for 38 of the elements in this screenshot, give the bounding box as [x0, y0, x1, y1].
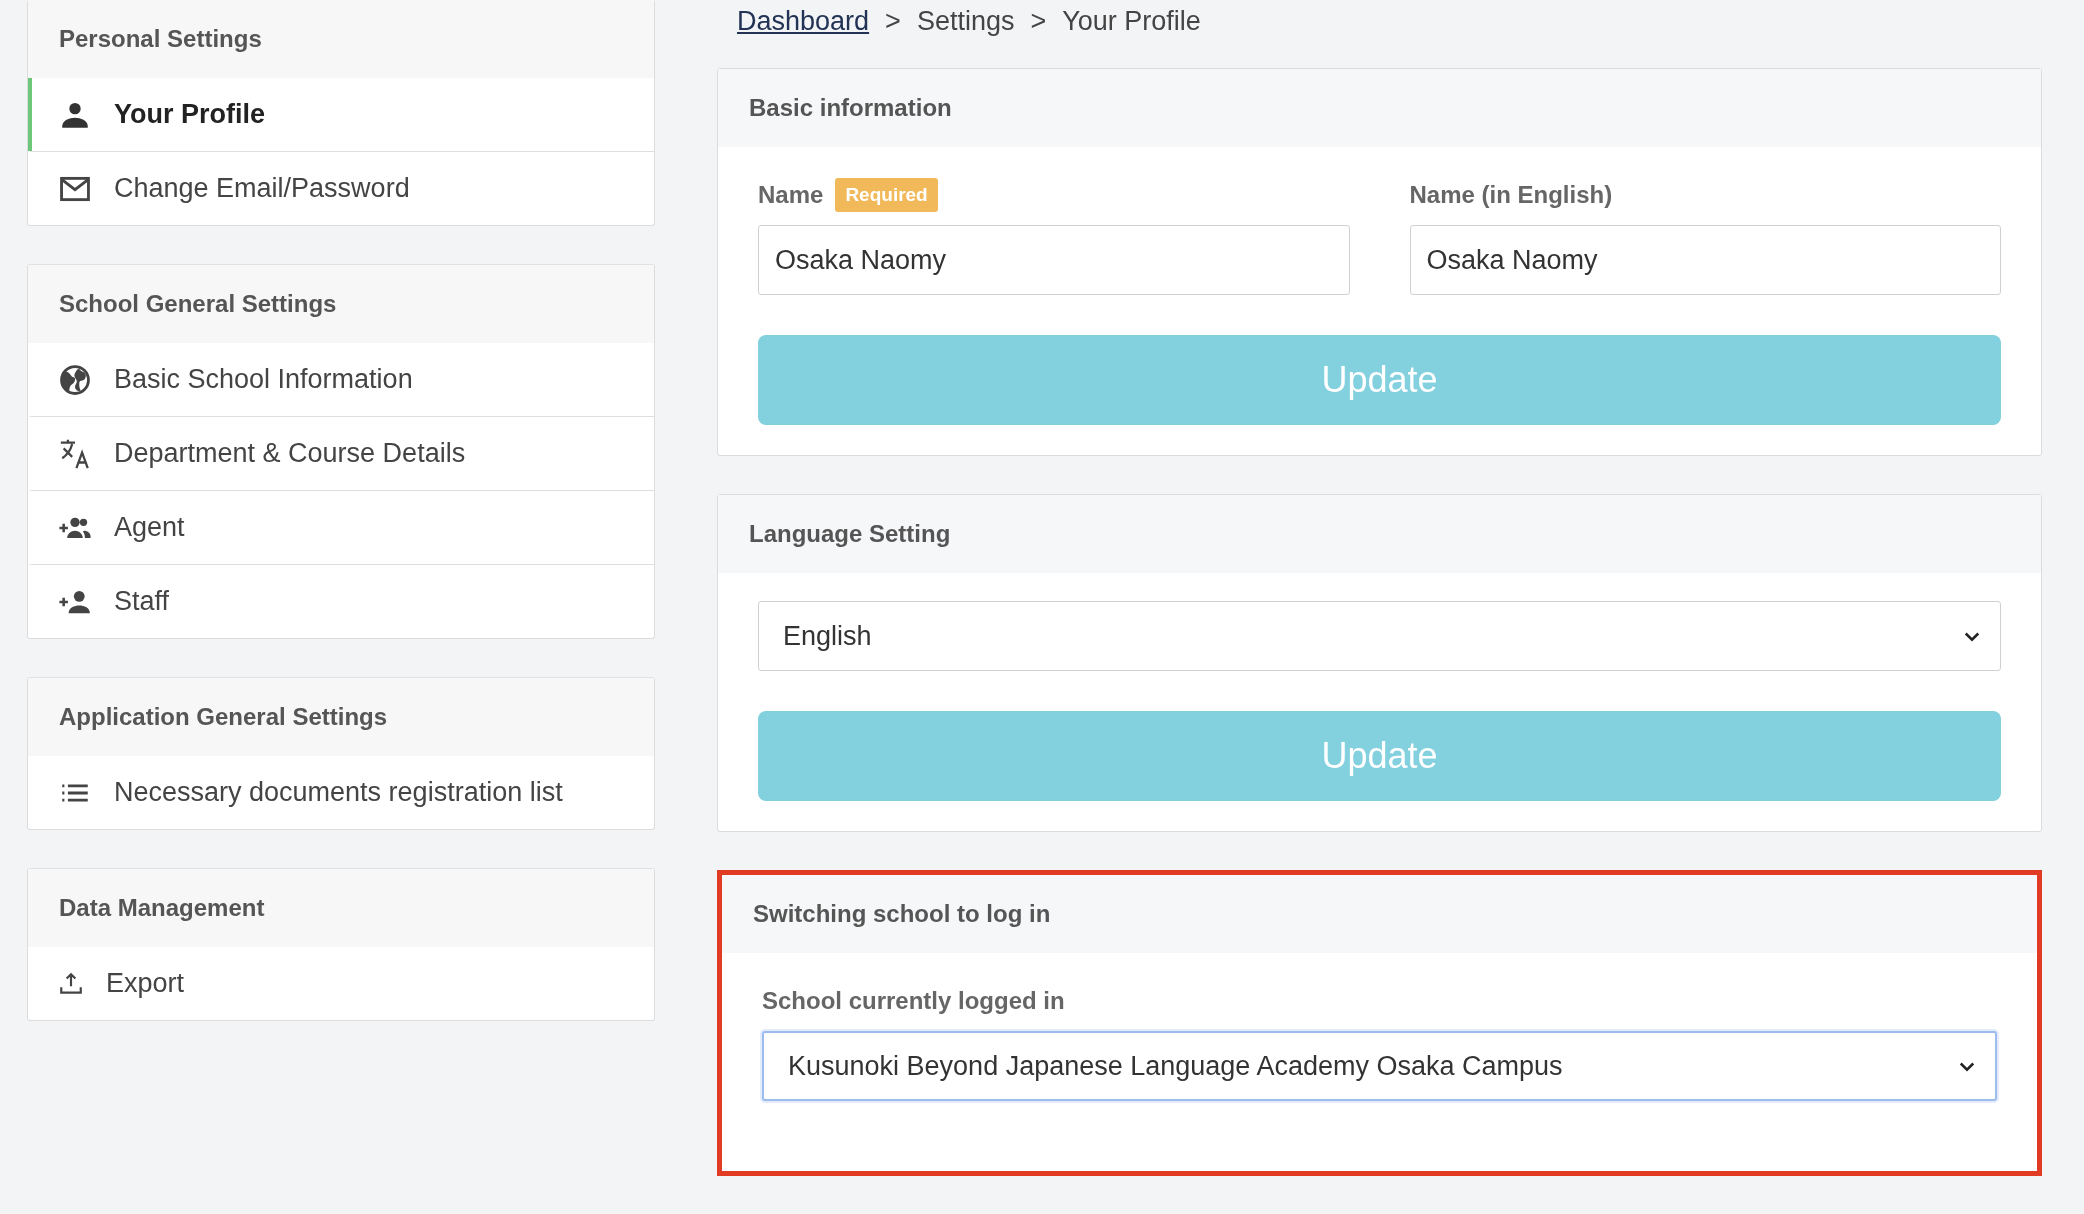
breadcrumb-link[interactable]: Dashboard: [737, 5, 870, 37]
item-label: Change Email/Password: [114, 173, 410, 204]
sidebar-item[interactable]: Basic School Information: [28, 343, 654, 416]
section-header: Application General Settings: [28, 678, 654, 756]
item-label: Department & Course Details: [114, 438, 466, 469]
item-label: Agent: [114, 512, 185, 543]
item-label: Necessary documents registration list: [114, 777, 563, 808]
section-header: Data Management: [28, 869, 654, 947]
field-label: Name: [758, 181, 824, 209]
item-label: Export: [106, 968, 185, 999]
breadcrumb-item: Settings: [916, 5, 1015, 37]
breadcrumb-item: Your Profile: [1062, 5, 1201, 37]
sidebar-item[interactable]: Change Email/Password: [28, 151, 654, 225]
language-select[interactable]: English: [758, 601, 2001, 671]
sidebar-item[interactable]: Your Profile: [28, 78, 654, 151]
sidebar-item[interactable]: Export: [28, 947, 654, 1020]
field-label: Name (in English): [1409, 181, 1613, 209]
text-input[interactable]: Osaka Naomy: [758, 225, 1350, 295]
card-title: Basic information: [718, 69, 2041, 147]
card-title: Language Setting: [718, 495, 2041, 573]
globe-icon: [58, 362, 92, 397]
upload-icon: [58, 970, 84, 997]
sidebar-item[interactable]: Necessary documents registration list: [28, 756, 654, 829]
school-select[interactable]: Kusunoki Beyond Japanese Language Academy Osaka Campus: [762, 1031, 1997, 1101]
item-label: Your Profile: [114, 99, 266, 130]
breadcrumb-separator: >: [885, 5, 901, 37]
section-header: School General Settings: [28, 265, 654, 343]
sidebar-item[interactable]: Agent: [28, 490, 654, 564]
required-badge: Required: [835, 178, 938, 212]
field-label: School currently logged in: [762, 987, 1065, 1015]
item-label: Basic School Information: [114, 364, 413, 395]
section-header: Personal Settings: [28, 0, 654, 78]
breadcrumb-separator: >: [1030, 5, 1047, 37]
sidebar-item[interactable]: Department & Course Details: [28, 416, 654, 490]
item-label: Staff: [114, 586, 170, 617]
sidebar-item[interactable]: Staff: [28, 564, 654, 638]
card-title: Switching school to log in: [722, 875, 2037, 953]
text-input[interactable]: Osaka Naomy: [1409, 225, 2001, 295]
